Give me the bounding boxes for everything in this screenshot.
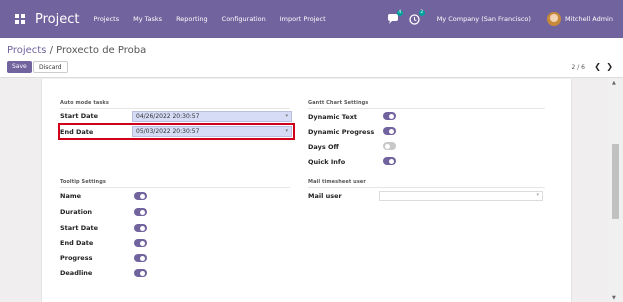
gantt-dynamic-text-label: Dynamic Text [308,113,358,121]
app-brand[interactable]: Project [35,12,79,27]
tooltip-name-toggle[interactable] [134,192,147,200]
company-switcher[interactable]: My Company (San Francisco) [437,15,531,23]
end-date-value: 05/03/2022 20:30:57 [136,128,200,135]
tooltip-start-date-label: Start Date [60,224,99,232]
scroll-down-arrow-icon[interactable]: ▼ [612,295,616,301]
top-navbar: Project Projects My Tasks Reporting Conf… [0,0,623,38]
discard-button[interactable]: Discard [33,61,68,73]
activity-badge: 2 [418,10,425,16]
tooltip-end-date-toggle[interactable] [134,239,147,247]
form-sheet: Auto mode tasks Start Date 04/26/2022 20… [41,79,572,302]
messages-icon[interactable]: 4 [387,10,403,24]
gantt-dynamic-progress-label: Dynamic Progress [308,128,375,136]
tooltip-duration-label: Duration [60,208,93,216]
scroll-up-arrow-icon[interactable]: ▲ [612,80,616,86]
tooltip-deadline-label: Deadline [60,269,93,277]
mail-user-input[interactable]: ▾ [379,191,543,201]
form-scroll-area: Auto mode tasks Start Date 04/26/2022 20… [0,79,623,302]
tooltip-duration-toggle[interactable] [134,208,147,216]
user-avatar[interactable] [546,12,561,26]
breadcrumb: Projects / Proxecto de Proba [7,45,146,56]
gantt-dynamic-text-toggle[interactable] [383,112,396,120]
breadcrumb-projects-link[interactable]: Projects [7,45,46,56]
tooltip-name-label: Name [60,192,82,200]
dropdown-caret-icon: ▾ [285,113,288,119]
menu-projects[interactable]: Projects [93,15,119,23]
control-panel: Projects / Proxecto de Proba Save Discar… [0,38,623,78]
mail-group-title: Mail timesheet user [308,179,545,188]
chevron-right-icon[interactable]: ❯ [606,62,613,71]
tooltip-progress-label: Progress [60,254,93,262]
save-button[interactable]: Save [7,61,32,73]
menu-reporting[interactable]: Reporting [176,15,208,23]
breadcrumb-separator: / [46,45,57,56]
auto-mode-group-title: Auto mode tasks [60,100,290,109]
start-date-input[interactable]: 04/26/2022 20:30:57 ▾ [132,111,292,122]
pager-value[interactable]: 2 / 6 [572,64,585,71]
user-menu[interactable]: Mitchell Admin [565,15,613,23]
gantt-group-title: Gantt Chart Settings [308,100,545,109]
gantt-days-off-toggle[interactable] [383,142,396,150]
dropdown-caret-icon: ▾ [536,192,539,198]
gantt-quick-info-label: Quick Info [308,158,346,166]
gantt-days-off-label: Days Off [308,143,339,151]
chevron-left-icon[interactable]: ❮ [594,62,601,71]
tooltip-end-date-label: End Date [60,239,94,247]
menu-import-project[interactable]: Import Project [280,15,326,23]
end-date-label: End Date [60,128,94,136]
tooltip-start-date-toggle[interactable] [134,224,147,232]
start-date-value: 04/26/2022 20:30:57 [136,113,200,120]
gantt-quick-info-toggle[interactable] [383,157,396,165]
menu-my-tasks[interactable]: My Tasks [133,15,162,23]
activity-clock-icon[interactable]: 2 [409,10,425,25]
start-date-label: Start Date [60,112,99,120]
tooltip-deadline-toggle[interactable] [134,269,147,277]
breadcrumb-current: Proxecto de Proba [56,45,147,56]
mail-user-label: Mail user [308,192,342,200]
menu-configuration[interactable]: Configuration [222,15,266,23]
tooltip-progress-toggle[interactable] [134,254,147,262]
scrollbar-thumb[interactable] [612,144,619,219]
vertical-scrollbar[interactable]: ▲ ▼ [608,79,623,302]
tooltip-group-title: Tooltip Settings [60,179,290,188]
messages-badge: 4 [396,10,403,16]
end-date-input[interactable]: 05/03/2022 20:30:57 ▾ [132,126,292,137]
gantt-dynamic-progress-toggle[interactable] [383,127,396,135]
dropdown-caret-icon: ▾ [285,128,288,134]
apps-menu-icon[interactable] [15,14,25,24]
